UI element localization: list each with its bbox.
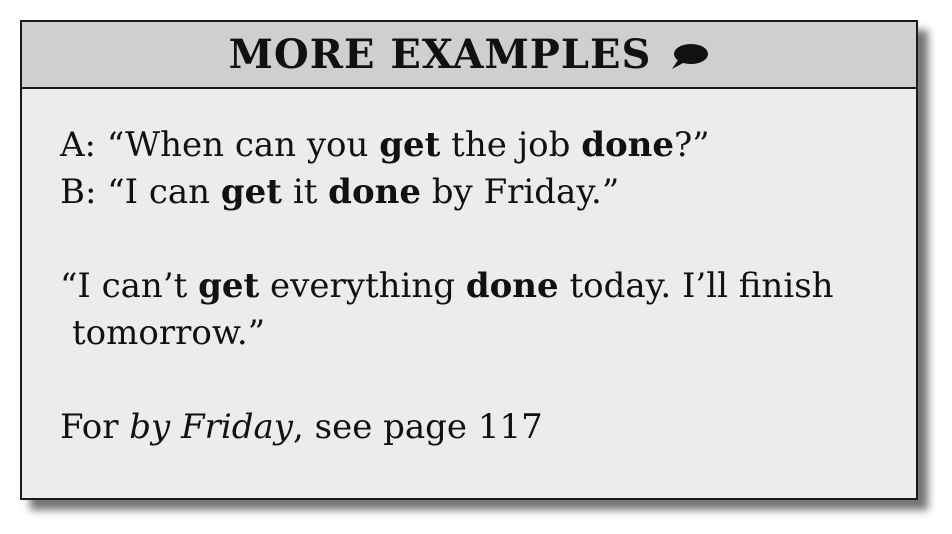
example-bold-done: done <box>465 266 559 306</box>
example-mid: everything <box>259 266 466 306</box>
example-bold-get: get <box>198 266 260 306</box>
dialogue-a-bold-get: get <box>379 125 441 165</box>
dialogue-b-prefix: B: “I can <box>60 172 221 212</box>
reference-suffix: , see page 117 <box>293 407 543 447</box>
reference-line: For by Friday, see page 117 <box>60 404 896 451</box>
dialogue-a-prefix: A: “When can you <box>60 125 380 165</box>
dialogue-b-bold-get: get <box>220 172 283 212</box>
card-header: MORE EXAMPLES <box>22 22 916 89</box>
reference-prefix: For <box>60 407 130 447</box>
reference-italic: by Friday <box>129 407 294 447</box>
card-body: A: “When can you get the job done?” B: “… <box>60 122 896 451</box>
example-prefix: “I can’t <box>60 266 199 306</box>
dialogue-line-b: B: “I can get it done by Friday.” <box>60 169 896 216</box>
dialogue-a-bold-done: done <box>581 125 675 165</box>
dialogue-line-a: A: “When can you get the job done?” <box>60 122 896 169</box>
dialogue-b-suffix: by Friday.” <box>420 172 620 212</box>
example-suffix: today. I’ll finish <box>558 266 834 306</box>
dialogue-b-mid: it <box>282 172 329 212</box>
examples-card: MORE EXAMPLES A: “When can you get the j… <box>20 20 918 500</box>
dialogue-b-bold-done: done <box>328 172 421 212</box>
header-title: MORE EXAMPLES <box>228 31 652 78</box>
example-line-1: “I can’t get everything done today. I’ll… <box>60 263 896 310</box>
dialogue-a-suffix: ?” <box>674 125 710 165</box>
speech-bubble-icon <box>669 43 709 71</box>
example-line-2: tomorrow.” <box>72 313 266 353</box>
dialogue-a-mid: the job <box>440 125 582 165</box>
